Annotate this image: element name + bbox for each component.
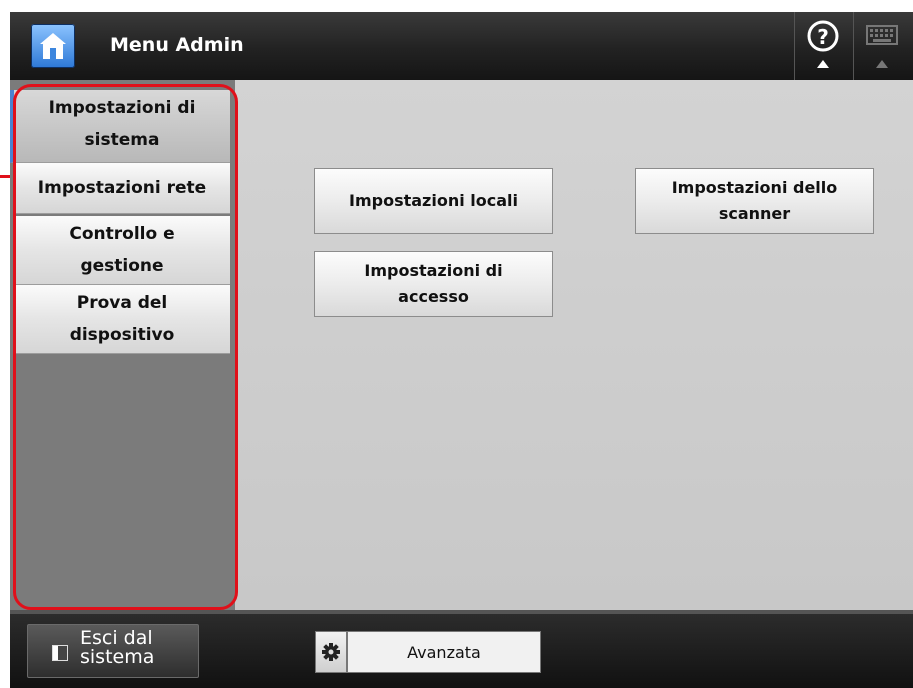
keyboard-button[interactable] xyxy=(861,14,903,74)
keyboard-icon xyxy=(866,25,898,68)
button-label: Impostazioni locali xyxy=(349,191,518,210)
sidebar-item-label: gestione xyxy=(80,256,164,276)
gear-icon xyxy=(322,643,340,661)
sidebar: Impostazioni di sistema Impostazioni ret… xyxy=(10,80,235,610)
sidebar-item-impostazioni-rete[interactable]: Impostazioni rete xyxy=(14,163,230,214)
advanced-gear-button[interactable] xyxy=(315,631,347,673)
sidebar-item-label: dispositivo xyxy=(69,325,175,345)
logout-icon xyxy=(52,645,68,661)
help-icon: ? xyxy=(807,20,839,68)
header-divider xyxy=(794,12,795,80)
main-panel: Impostazioni locali Impostazioni dello s… xyxy=(235,80,913,610)
sidebar-item-controllo-e-gestione[interactable]: Controllo e gestione xyxy=(14,216,230,285)
sidebar-item-label: Impostazioni di xyxy=(48,98,196,118)
logout-label-line: sistema xyxy=(80,646,155,668)
sidebar-item-label: sistema xyxy=(84,130,160,150)
sidebar-item-prova-del-dispositivo[interactable]: Prova del dispositivo xyxy=(14,285,230,354)
admin-screen: Menu Admin ? Impostazioni di sistema Imp… xyxy=(10,12,913,688)
access-settings-button[interactable]: Impostazioni di accesso xyxy=(314,251,553,317)
home-button[interactable] xyxy=(31,24,75,68)
logout-label: Esci dal sistema xyxy=(80,629,154,667)
svg-text:?: ? xyxy=(817,25,829,49)
button-label: Impostazioni di xyxy=(364,261,503,280)
footer: Esci dal sistema Avanzata xyxy=(10,614,913,688)
help-button[interactable]: ? xyxy=(805,14,841,74)
header: Menu Admin ? xyxy=(10,12,913,80)
advanced-button[interactable]: Avanzata xyxy=(347,631,541,673)
home-icon xyxy=(40,33,66,59)
logout-button[interactable]: Esci dal sistema xyxy=(27,624,199,678)
page-title: Menu Admin xyxy=(110,34,244,56)
scanner-settings-button[interactable]: Impostazioni dello scanner xyxy=(635,168,874,234)
header-divider xyxy=(853,12,854,80)
button-label: scanner xyxy=(718,204,791,223)
local-settings-button[interactable]: Impostazioni locali xyxy=(314,168,553,234)
sidebar-item-label: Prova del xyxy=(76,293,168,313)
button-label: Impostazioni dello xyxy=(671,178,838,197)
sidebar-item-label: Controllo e xyxy=(69,224,175,244)
sidebar-item-impostazioni-di-sistema[interactable]: Impostazioni di sistema xyxy=(10,90,230,163)
button-label: accesso xyxy=(398,287,469,306)
sidebar-item-label: Impostazioni rete xyxy=(37,178,207,198)
